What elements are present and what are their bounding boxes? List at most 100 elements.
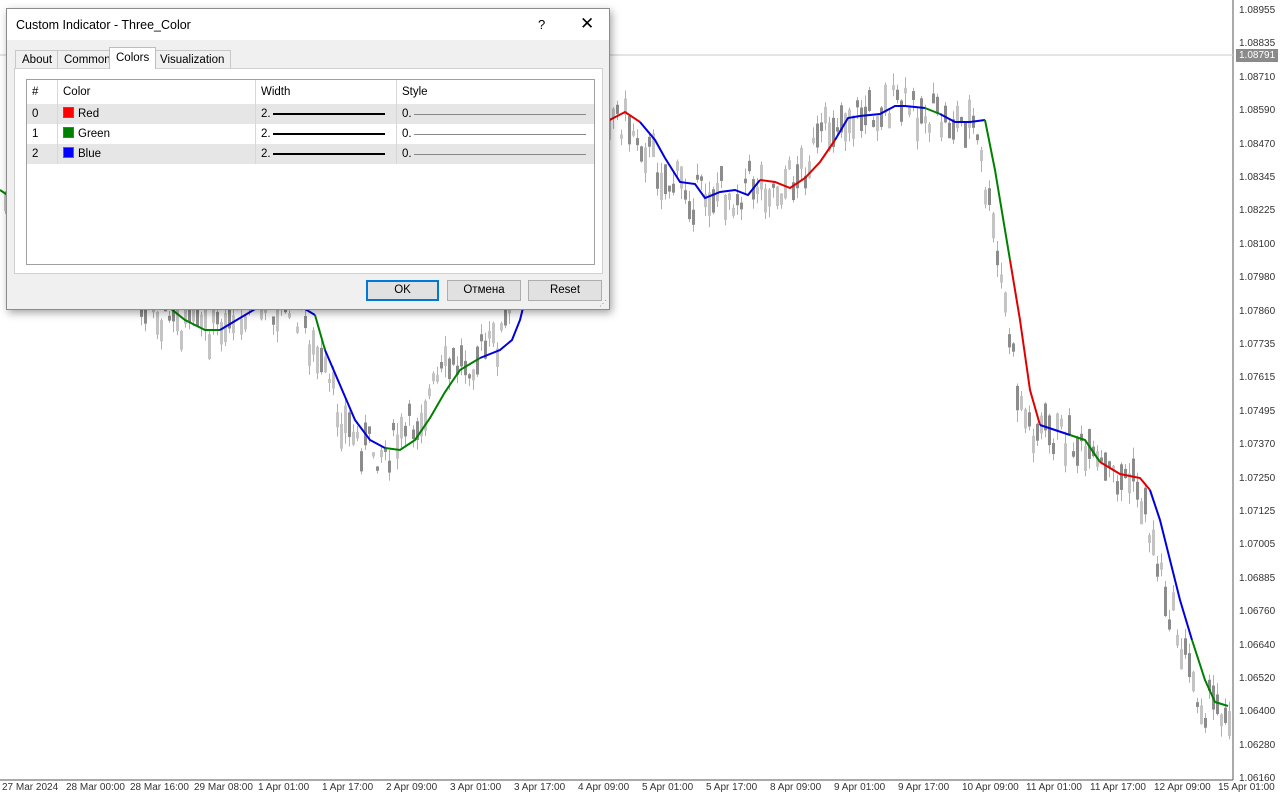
candle-body [1136, 481, 1139, 500]
style-cell[interactable]: 0. [397, 124, 594, 144]
column-header-style: Style [402, 86, 428, 98]
style-cell[interactable]: 0. [397, 104, 594, 124]
table-row[interactable]: 0 Red 2. 0. [27, 104, 594, 124]
candle-body [500, 323, 503, 331]
candle-body [660, 172, 663, 200]
time-tick-label: 28 Mar 00:00 [66, 782, 125, 793]
time-tick-label: 3 Apr 01:00 [450, 782, 502, 793]
close-button[interactable]: ✕ [580, 14, 594, 34]
candle-body [1012, 343, 1015, 352]
width-cell[interactable]: 2. [256, 124, 397, 144]
color-swatch-icon[interactable] [63, 127, 74, 138]
candle-body [444, 346, 447, 366]
candle-body [920, 98, 923, 124]
candle-body [428, 388, 431, 397]
candle-body [700, 176, 703, 181]
candle-body [880, 107, 883, 127]
candle-body [1184, 638, 1187, 655]
price-tick-label: 1.08225 [1239, 205, 1276, 217]
tab-visualization[interactable]: Visualization [153, 50, 232, 68]
candle-body [740, 202, 743, 210]
candle-body [492, 323, 495, 344]
candle-body [732, 207, 735, 216]
candle-body [1192, 671, 1195, 692]
candle-body [336, 412, 339, 428]
width-value: 2. [261, 108, 271, 120]
table-row[interactable]: 1 Green 2. 0. [27, 124, 594, 144]
price-tick-label: 1.07495 [1239, 405, 1276, 417]
candle-body [1228, 711, 1231, 737]
candle-body [936, 96, 939, 114]
candle-body [776, 186, 779, 206]
candle-body [232, 315, 235, 334]
style-preview-line [414, 134, 586, 135]
tab-colors-label: Colors [116, 52, 150, 64]
candle-body [460, 345, 463, 367]
candle-body [344, 405, 347, 434]
dialog-titlebar[interactable]: Custom Indicator - Three_Color ? ✕ [7, 9, 609, 40]
row-index: 1 [27, 124, 58, 144]
candle-body [276, 307, 279, 332]
candle-body [392, 422, 395, 431]
color-swatch-icon[interactable] [63, 107, 74, 118]
candle-body [328, 379, 331, 384]
candle-body [904, 87, 907, 94]
price-tick-label: 1.06885 [1239, 572, 1276, 584]
candle-body [1120, 464, 1123, 490]
price-tick-label: 1.07980 [1239, 272, 1276, 284]
candle-body [216, 311, 219, 325]
candle-body [844, 113, 847, 142]
candle-body [1016, 385, 1019, 411]
price-tick-label: 1.07615 [1239, 372, 1276, 384]
candle-body [836, 127, 839, 132]
candle-body [1028, 412, 1031, 427]
candle-body [648, 136, 651, 147]
indicator-line-segment [314, 314, 326, 351]
candle-body [488, 331, 491, 339]
candle-body [824, 106, 827, 124]
candle-body [984, 189, 987, 205]
candle-body [304, 315, 307, 329]
candle-body [160, 320, 163, 342]
style-cell[interactable]: 0. [397, 144, 594, 164]
candle-body [924, 116, 927, 124]
tab-about[interactable]: About [15, 50, 60, 68]
width-cell[interactable]: 2. [256, 144, 397, 164]
candle-body [656, 172, 659, 189]
time-tick-label: 10 Apr 09:00 [962, 782, 1019, 793]
candle-body [764, 188, 767, 213]
candle-body [1052, 442, 1055, 455]
width-preview-line [273, 133, 385, 135]
color-swatch-icon[interactable] [63, 147, 74, 158]
reset-button[interactable]: Reset [528, 280, 602, 301]
candle-body [964, 122, 967, 148]
candle-body [156, 311, 159, 335]
candle-body [944, 105, 947, 123]
table-row[interactable]: 2 Blue 2. 0. [27, 144, 594, 164]
width-value: 2. [261, 128, 271, 140]
price-tick-label: 1.06760 [1239, 606, 1276, 618]
candle-body [916, 117, 919, 142]
resize-grip-icon[interactable]: ⋰ [599, 299, 607, 308]
color-cell[interactable]: Red [58, 104, 256, 124]
candle-body [1196, 702, 1199, 707]
candle-body [968, 99, 971, 128]
candle-body [784, 168, 787, 199]
color-cell[interactable]: Blue [58, 144, 256, 164]
width-cell[interactable]: 2. [256, 104, 397, 124]
help-button[interactable]: ? [538, 17, 545, 32]
candle-body [712, 189, 715, 213]
color-cell[interactable]: Green [58, 124, 256, 144]
custom-indicator-dialog: Custom Indicator - Three_Color ? ✕ About… [6, 8, 610, 310]
candle-body [988, 188, 991, 205]
candle-body [320, 347, 323, 373]
candle-body [636, 138, 639, 146]
tab-about-label: About [22, 54, 53, 66]
cancel-button[interactable]: Отмена [447, 280, 521, 301]
price-tick-label: 1.08345 [1239, 172, 1276, 183]
ok-button[interactable]: OK [366, 280, 439, 301]
candle-body [800, 147, 803, 169]
tab-colors[interactable]: Colors [109, 47, 157, 69]
column-header-color: Color [58, 80, 256, 104]
candle-body [932, 93, 935, 104]
